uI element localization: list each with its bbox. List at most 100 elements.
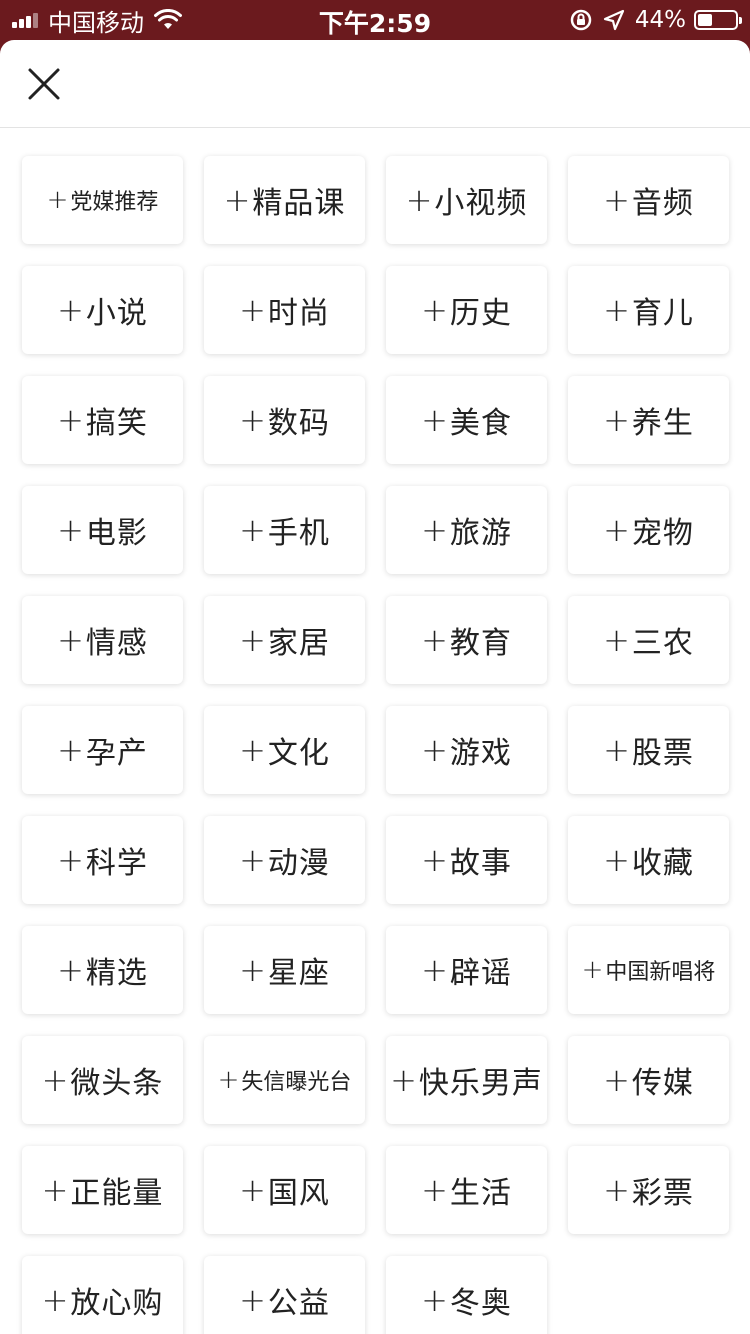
plus-icon: +: [581, 955, 604, 985]
channel-label: 微头条: [70, 1066, 164, 1101]
channel-grid: + 党媒推荐 + 精品课 + 小视频 + 音频 + 小说 + 时尚 + 历史 + 育儿 + 搞笑 + 数码 + 美食 + 养生…: [22, 156, 729, 1334]
channel-tile[interactable]: + 故事: [386, 816, 547, 904]
channel-tile[interactable]: + 传媒: [568, 1036, 729, 1124]
plus-icon: +: [603, 1171, 630, 1209]
channel-tile[interactable]: + 放心购: [22, 1256, 183, 1334]
status-right: 44%: [569, 6, 742, 34]
channel-label: 家居: [267, 626, 330, 661]
channel-tile[interactable]: + 党媒推荐: [22, 156, 183, 244]
plus-icon: +: [603, 841, 630, 879]
plus-icon: +: [239, 621, 266, 659]
plus-icon: +: [421, 1281, 448, 1319]
plus-icon: +: [421, 731, 448, 769]
channel-tile[interactable]: + 正能量: [22, 1146, 183, 1234]
channel-tile[interactable]: + 冬奥: [386, 1256, 547, 1334]
channel-tile[interactable]: + 手机: [204, 486, 365, 574]
plus-icon: +: [603, 291, 630, 329]
channel-tile[interactable]: + 公益: [204, 1256, 365, 1334]
channel-label: 股票: [631, 736, 694, 771]
channel-tile[interactable]: + 精品课: [204, 156, 365, 244]
channel-tile[interactable]: + 文化: [204, 706, 365, 794]
channel-label: 历史: [449, 296, 512, 331]
channel-tile[interactable]: + 游戏: [386, 706, 547, 794]
close-button[interactable]: [22, 62, 66, 106]
channel-picker-sheet: + 党媒推荐 + 精品课 + 小视频 + 音频 + 小说 + 时尚 + 历史 + 育儿 + 搞笑 + 数码 + 美食 + 养生…: [0, 40, 750, 1334]
channel-tile[interactable]: + 数码: [204, 376, 365, 464]
channel-label: 失信曝光台: [241, 1070, 352, 1095]
channel-label: 养生: [631, 406, 694, 441]
plus-icon: +: [239, 951, 266, 989]
plus-icon: +: [57, 731, 84, 769]
plus-icon: +: [421, 621, 448, 659]
channel-tile[interactable]: + 搞笑: [22, 376, 183, 464]
channel-tile[interactable]: + 家居: [204, 596, 365, 684]
channel-tile[interactable]: + 三农: [568, 596, 729, 684]
channel-tile[interactable]: + 股票: [568, 706, 729, 794]
plus-icon: +: [421, 511, 448, 549]
channel-label: 快乐男声: [418, 1066, 543, 1101]
plus-icon: +: [57, 401, 84, 439]
plus-icon: +: [46, 185, 69, 215]
channel-tile[interactable]: + 美食: [386, 376, 547, 464]
channel-tile[interactable]: + 收藏: [568, 816, 729, 904]
battery-percent: 44%: [634, 7, 686, 33]
channel-label: 辟谣: [449, 956, 512, 991]
channel-label: 三农: [631, 626, 694, 661]
plus-icon: +: [603, 1061, 630, 1099]
channel-tile[interactable]: + 小视频: [386, 156, 547, 244]
channel-label: 星座: [267, 956, 330, 991]
channel-tile[interactable]: + 中国新唱将: [568, 926, 729, 1014]
channel-tile[interactable]: + 情感: [22, 596, 183, 684]
plus-icon: +: [41, 1281, 69, 1319]
channel-tile[interactable]: + 科学: [22, 816, 183, 904]
channel-label: 中国新唱将: [605, 960, 716, 985]
channel-tile[interactable]: + 微头条: [22, 1036, 183, 1124]
channel-tile[interactable]: + 彩票: [568, 1146, 729, 1234]
plus-icon: +: [603, 181, 630, 219]
plus-icon: +: [421, 951, 448, 989]
channel-tile[interactable]: + 时尚: [204, 266, 365, 354]
channel-label: 故事: [449, 846, 512, 881]
channel-label: 精选: [85, 956, 148, 991]
plus-icon: +: [57, 511, 84, 549]
plus-icon: +: [239, 401, 266, 439]
channel-tile[interactable]: + 旅游: [386, 486, 547, 574]
channel-label: 正能量: [70, 1176, 164, 1211]
carrier-label: 中国移动: [48, 8, 144, 37]
channel-tile[interactable]: + 快乐男声: [386, 1036, 547, 1124]
channel-tile[interactable]: + 星座: [204, 926, 365, 1014]
channel-tile[interactable]: + 历史: [386, 266, 547, 354]
channel-label: 情感: [85, 626, 148, 661]
channel-label: 彩票: [631, 1176, 694, 1211]
channel-label: 旅游: [449, 516, 512, 551]
channel-tile[interactable]: + 失信曝光台: [204, 1036, 365, 1124]
plus-icon: +: [603, 511, 630, 549]
channel-label: 动漫: [267, 846, 330, 881]
channel-label: 音频: [631, 186, 694, 221]
plus-icon: +: [57, 841, 84, 879]
channel-label: 科学: [85, 846, 148, 881]
channel-tile[interactable]: + 宠物: [568, 486, 729, 574]
channel-tile[interactable]: + 音频: [568, 156, 729, 244]
plus-icon: +: [421, 291, 448, 329]
plus-icon: +: [57, 951, 84, 989]
channel-tile[interactable]: + 养生: [568, 376, 729, 464]
battery-level: [698, 14, 712, 26]
channel-tile[interactable]: + 电影: [22, 486, 183, 574]
channel-tile[interactable]: + 生活: [386, 1146, 547, 1234]
channel-label: 小说: [85, 296, 148, 331]
rotation-lock-icon: [570, 9, 592, 31]
channel-tile[interactable]: + 精选: [22, 926, 183, 1014]
battery-icon: [694, 10, 742, 30]
channel-tile[interactable]: + 动漫: [204, 816, 365, 904]
plus-icon: +: [390, 1061, 417, 1099]
channel-tile[interactable]: + 辟谣: [386, 926, 547, 1014]
channel-tile[interactable]: + 教育: [386, 596, 547, 684]
channel-tile[interactable]: + 孕产: [22, 706, 183, 794]
close-icon: [28, 68, 60, 100]
status-left: 中国移动: [12, 6, 182, 37]
channel-tile[interactable]: + 育儿: [568, 266, 729, 354]
channel-tile[interactable]: + 国风: [204, 1146, 365, 1234]
channel-tile[interactable]: + 小说: [22, 266, 183, 354]
plus-icon: +: [239, 1281, 266, 1319]
